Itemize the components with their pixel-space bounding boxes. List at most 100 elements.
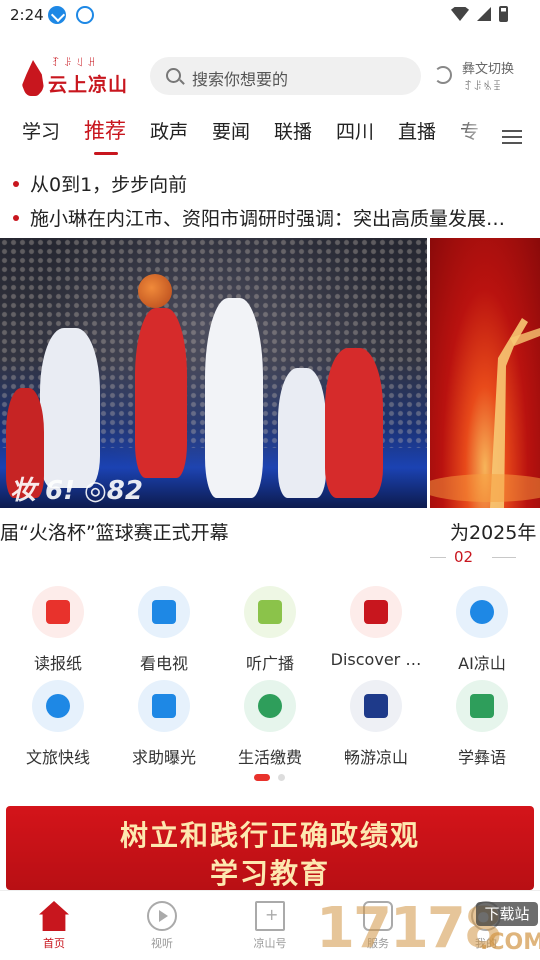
- watermark-number: 17178: [316, 896, 503, 960]
- bullet-dot-icon: [13, 181, 19, 187]
- service-life-payment[interactable]: 生活缴费: [217, 680, 323, 768]
- service-label: AI凉山: [458, 654, 506, 673]
- service-icon-circle: [32, 586, 84, 638]
- signal-icon: [477, 7, 491, 21]
- service-label: 求助曝光: [131, 748, 196, 767]
- nav-home[interactable]: 首页: [14, 901, 94, 951]
- headline-item[interactable]: 施小琳在内江市、资阳市调研时强调：突出高质量发展…: [0, 204, 530, 238]
- banner-line2: 学习教育: [209, 857, 330, 890]
- service-read-newspaper[interactable]: 读报纸: [5, 586, 111, 674]
- app-logo[interactable]: ꆈꌠꆹꃅ 云上凉山: [22, 54, 132, 98]
- nav-liangshan-account[interactable]: 凉山号: [230, 901, 310, 951]
- tab-sichuan[interactable]: 四川: [336, 117, 374, 144]
- nav-label: 视听: [151, 937, 173, 950]
- player-figure: [205, 298, 263, 498]
- service-culture-travel[interactable]: 文旅快线: [5, 680, 111, 768]
- download-notification-icon: [48, 6, 66, 24]
- service-icon-circle: [244, 586, 296, 638]
- tab-politics[interactable]: 政声: [150, 117, 188, 144]
- payment-icon: [258, 694, 282, 718]
- headline-text: 从0到1，步步向前: [30, 174, 188, 196]
- service-help-report[interactable]: 求助曝光: [111, 680, 217, 768]
- robot-icon: [470, 600, 494, 624]
- service-watch-tv[interactable]: 看电视: [111, 586, 217, 674]
- language-switch-yi-label[interactable]: ꆈꌠꁱꀨ: [464, 78, 502, 93]
- service-tour-liangshan[interactable]: 畅游凉山: [323, 680, 429, 768]
- search-icon: [166, 68, 181, 83]
- headline-item[interactable]: 从0到1，步步向前: [0, 170, 530, 204]
- basketball-image: [138, 274, 172, 308]
- service-icon-circle: [138, 586, 190, 638]
- service-listen-radio[interactable]: 听广播: [217, 586, 323, 674]
- nav-label: 首页: [43, 937, 65, 950]
- play-icon: [147, 901, 177, 931]
- watermark-tag: 下载站: [476, 902, 538, 926]
- status-time: 2:24: [10, 6, 44, 24]
- tv-icon: [152, 600, 176, 624]
- nav-media[interactable]: 视听: [122, 901, 202, 951]
- carousel-caption[interactable]: 届“火洛杯”篮球赛正式开幕: [0, 518, 229, 545]
- headline-list: 从0到1，步步向前 施小琳在内江市、资阳市调研时强调：突出高质量发展…: [0, 170, 540, 238]
- player-figure: [325, 348, 383, 498]
- search-placeholder: 搜索你想要的: [192, 70, 289, 89]
- player-figure: [40, 328, 100, 488]
- logo-yi-text: ꆈꌠꆹꃅ: [52, 58, 100, 69]
- page-dot-active: [254, 774, 270, 781]
- home-icon: [39, 901, 69, 931]
- service-label: 看电视: [139, 654, 188, 673]
- carousel-next-caption[interactable]: 为2025年: [450, 518, 536, 545]
- tab-recommend[interactable]: 推荐: [84, 115, 126, 145]
- service-icon-circle: [138, 680, 190, 732]
- newspaper-icon: [46, 600, 70, 624]
- channel-tabs: 学习 推荐 政声 要闻 联播 四川 直播 专: [0, 114, 540, 158]
- tab-broadcast[interactable]: 联播: [274, 117, 312, 144]
- tab-live[interactable]: 直播: [398, 117, 436, 144]
- nav-label: 凉山号: [253, 937, 287, 950]
- player-figure: [278, 368, 326, 498]
- service-icon-circle: [456, 680, 508, 732]
- service-label: 听广播: [245, 654, 294, 673]
- service-page-dots: [254, 774, 294, 782]
- service-learn-yi[interactable]: 学彝语: [429, 680, 535, 768]
- service-ai-liangshan[interactable]: AI凉山: [429, 586, 535, 674]
- travel-icon: [364, 694, 388, 718]
- globe-notification-icon: [76, 6, 94, 24]
- bullet-dot-icon: [13, 215, 19, 221]
- active-tab-indicator: [94, 152, 118, 155]
- banner-line1: 树立和践行正确政绩观: [119, 819, 420, 852]
- headline-text: 施小琳在内江市、资阳市调研时强调：突出高质量发展…: [30, 208, 506, 230]
- carousel-pager: 02: [430, 548, 518, 568]
- tab-news[interactable]: 要闻: [212, 117, 250, 144]
- bookmark-icon: [255, 901, 285, 931]
- search-bar[interactable]: 搜索你想要的: [150, 57, 421, 95]
- carousel-next-slide-image[interactable]: [420, 238, 540, 508]
- language-switch-label[interactable]: 彝文切换: [462, 58, 514, 77]
- radio-icon: [258, 600, 282, 624]
- pager-line-right: [492, 557, 516, 558]
- book-icon: [470, 694, 494, 718]
- status-bar: 2:24: [0, 0, 540, 30]
- wifi-icon: [451, 7, 469, 21]
- service-label: 读报纸: [33, 654, 82, 673]
- discover-icon: [364, 600, 388, 624]
- news-carousel[interactable]: 妆 6! ◎82 届“火洛杯”篮球赛正式开幕 为2025年 02: [0, 238, 540, 570]
- service-icon-circle: [350, 586, 402, 638]
- service-discover[interactable]: Discover …: [323, 586, 429, 669]
- plane-icon: [46, 694, 70, 718]
- flame-logo-icon: [22, 60, 44, 96]
- player-figure: [135, 308, 187, 478]
- page-dot[interactable]: [278, 774, 285, 781]
- refresh-icon[interactable]: [434, 66, 452, 84]
- app-header: ꆈꌠꆹꃅ 云上凉山 搜索你想要的 彝文切换 ꆈꌠꁱꀨ: [0, 52, 540, 102]
- service-label: Discover …: [330, 650, 422, 669]
- site-watermark: 17178 下载站 .COM: [316, 896, 540, 960]
- carousel-slide-image[interactable]: 妆 6! ◎82: [0, 238, 427, 508]
- service-label: 生活缴费: [237, 748, 302, 767]
- monument-illustration: [420, 318, 540, 508]
- logo-text: 云上凉山: [48, 74, 129, 96]
- tab-study[interactable]: 学习: [22, 117, 60, 144]
- menu-icon[interactable]: [502, 130, 522, 144]
- service-label: 文旅快线: [25, 748, 90, 767]
- promo-banner[interactable]: 树立和践行正确政绩观 学习教育: [6, 806, 534, 890]
- service-icon-circle: [244, 680, 296, 732]
